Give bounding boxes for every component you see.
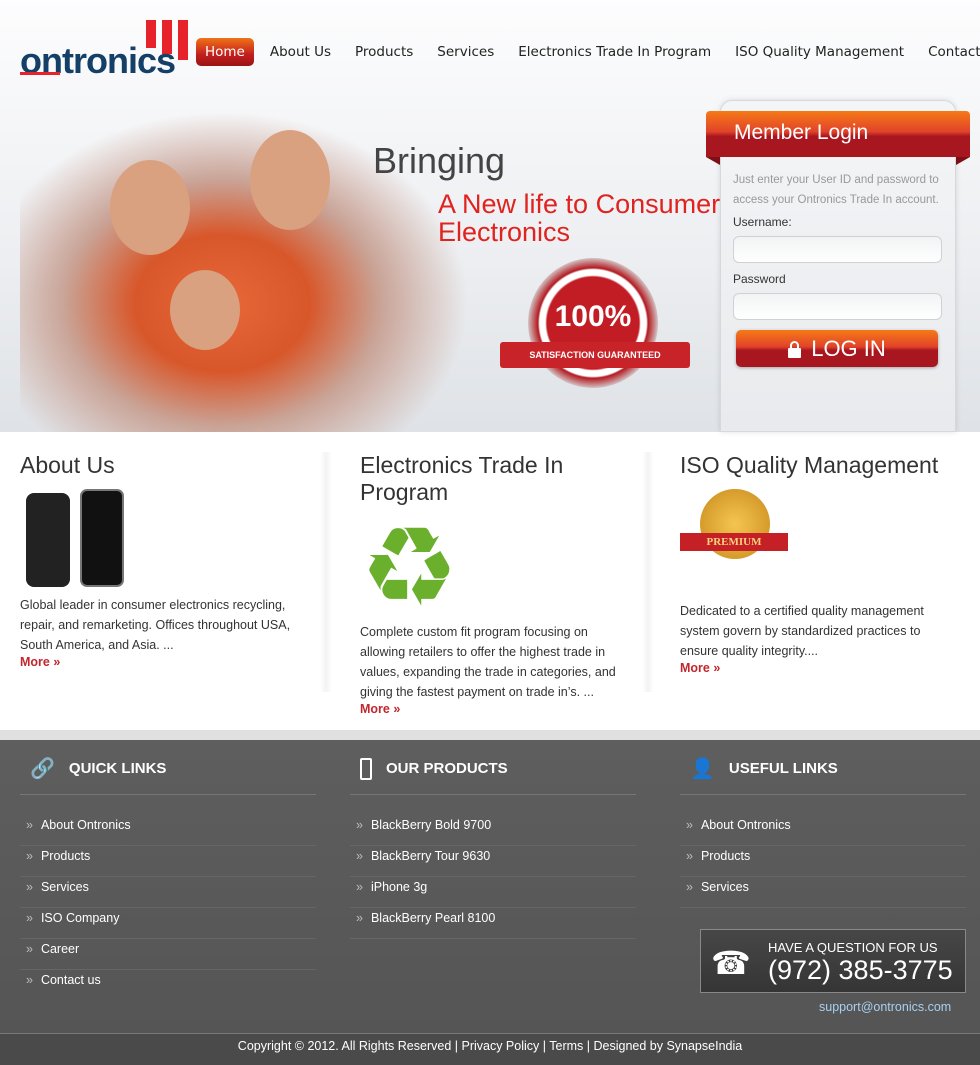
trade-in-section: Electronics Trade In Program ♻ Complete … bbox=[360, 452, 635, 716]
section-text: Dedicated to a certified quality managem… bbox=[680, 604, 924, 658]
footer-link[interactable]: BlackBerry Tour 9630 bbox=[350, 846, 636, 877]
about-us-section: About Us Global leader in consumer elect… bbox=[20, 452, 320, 669]
username-label: Username: bbox=[733, 215, 792, 229]
privacy-policy-link[interactable]: Privacy Policy bbox=[461, 1039, 539, 1053]
section-text: Complete custom fit program focusing on … bbox=[360, 625, 616, 699]
section-title: ISO Quality Management bbox=[680, 452, 939, 478]
nav-contact[interactable]: Contact us bbox=[928, 44, 980, 60]
phone-number: (972) 385-3775 bbox=[768, 955, 953, 985]
nav-about-us[interactable]: About Us bbox=[270, 44, 331, 60]
nav-services[interactable]: Services bbox=[437, 44, 494, 60]
hero-subtitle: A New life to Consumer Electronics bbox=[438, 189, 721, 247]
telephone-icon: ☎ bbox=[711, 944, 751, 982]
recycle-icon: ♻ bbox=[360, 503, 459, 631]
more-link[interactable]: More » bbox=[360, 702, 635, 716]
section-title: Electronics Trade In Program bbox=[360, 452, 564, 505]
designer-link[interactable]: Designed by SynapseIndia bbox=[593, 1039, 742, 1053]
footer-link[interactable]: iPhone 3g bbox=[350, 877, 636, 908]
satisfaction-seal: 100% bbox=[528, 258, 658, 388]
user-icon: 👤 bbox=[690, 758, 715, 780]
link-icon: 🔗 bbox=[30, 758, 55, 780]
footer-link[interactable]: Services bbox=[680, 877, 966, 908]
phones-image bbox=[20, 485, 320, 595]
footer-link[interactable]: About Ontronics bbox=[20, 815, 316, 846]
login-intro: Just enter your User ID and password to … bbox=[733, 174, 939, 206]
nav-products[interactable]: Products bbox=[355, 44, 413, 60]
nav-iso[interactable]: ISO Quality Management bbox=[735, 44, 904, 60]
nav-home[interactable]: Home bbox=[196, 38, 254, 66]
seal-ribbon: SATISFACTION GUARANTEED bbox=[500, 342, 690, 368]
copyright-text: Copyright © 2012. All Rights Reserved bbox=[237, 1039, 452, 1053]
main-nav: Home About Us Products Services Electron… bbox=[196, 38, 980, 66]
footer-link[interactable]: BlackBerry Pearl 8100 bbox=[350, 908, 636, 939]
logo-underline bbox=[20, 72, 60, 75]
support-email-link[interactable]: support@ontronics.com bbox=[819, 1000, 951, 1014]
footer-link[interactable]: About Ontronics bbox=[680, 815, 966, 846]
mobile-phone-icon bbox=[360, 757, 372, 780]
footer-link[interactable]: Services bbox=[20, 877, 316, 908]
section-title: About Us bbox=[20, 452, 115, 478]
footer-link[interactable]: Career bbox=[20, 939, 316, 970]
login-button-label: LOG IN bbox=[811, 335, 886, 361]
iso-section: ISO Quality Management PREMIUM Dedicated… bbox=[680, 452, 950, 675]
nav-trade-in[interactable]: Electronics Trade In Program bbox=[518, 44, 711, 60]
password-input[interactable] bbox=[733, 293, 942, 320]
more-link[interactable]: More » bbox=[680, 661, 950, 675]
footer-link[interactable]: Products bbox=[20, 846, 316, 877]
footer-link[interactable]: ISO Company bbox=[20, 908, 316, 939]
more-link[interactable]: More » bbox=[20, 655, 320, 669]
password-label: Password bbox=[733, 272, 786, 286]
copyright-bar: Copyright © 2012. All Rights Reserved | … bbox=[0, 1033, 980, 1065]
section-text: Global leader in consumer electronics re… bbox=[20, 598, 291, 652]
quick-links: 🔗QUICK LINKS About Ontronics Products Se… bbox=[20, 757, 316, 1001]
login-title: Member Login bbox=[706, 111, 970, 165]
username-input[interactable] bbox=[733, 236, 942, 263]
logo[interactable]: ontronics ™ bbox=[20, 20, 210, 81]
hero-title: Bringing bbox=[373, 140, 506, 181]
useful-links: 👤USEFUL LINKS About Ontronics Products S… bbox=[680, 757, 966, 908]
our-products: OUR PRODUCTS BlackBerry Bold 9700 BlackB… bbox=[350, 757, 636, 939]
footer-link[interactable]: Products bbox=[680, 846, 966, 877]
terms-link[interactable]: Terms bbox=[549, 1039, 583, 1053]
footer-link[interactable]: Contact us bbox=[20, 970, 316, 1001]
contact-phone-box: ☎ HAVE A QUESTION FOR US (972) 385-3775 bbox=[700, 929, 966, 993]
premium-badge: PREMIUM bbox=[680, 485, 950, 601]
footer-link[interactable]: BlackBerry Bold 9700 bbox=[350, 815, 636, 846]
logo-text: ontronics bbox=[20, 40, 176, 81]
lock-icon bbox=[788, 340, 802, 358]
login-button[interactable]: LOG IN bbox=[736, 330, 938, 367]
question-label: HAVE A QUESTION FOR US bbox=[768, 940, 938, 955]
